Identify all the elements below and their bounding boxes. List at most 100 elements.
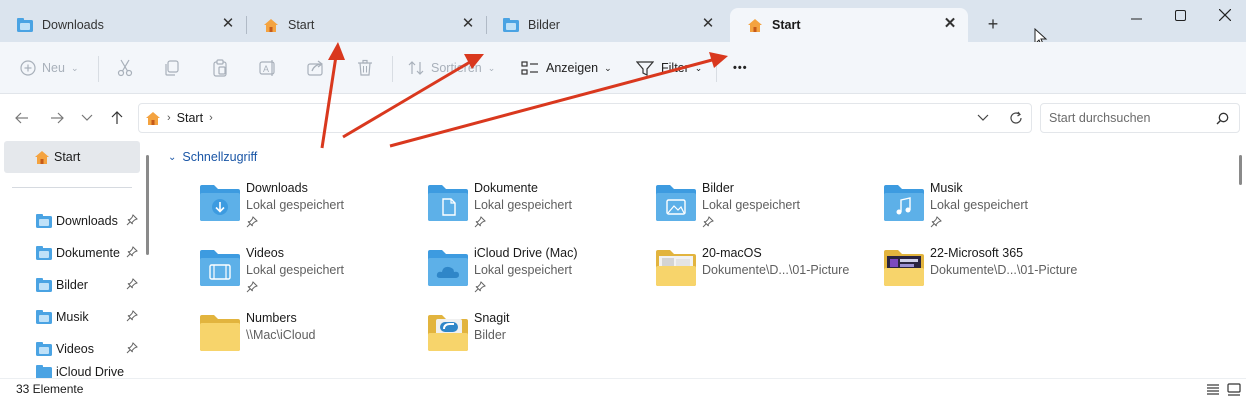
pin-icon — [126, 342, 138, 354]
chevron-down-icon — [81, 114, 93, 121]
pictures-folder-icon — [656, 185, 696, 221]
share-icon — [307, 60, 323, 76]
tile-name: Bilder — [702, 181, 734, 195]
share-button[interactable] — [307, 54, 325, 82]
tile-subtitle: Lokal gespeichert — [246, 198, 344, 212]
new-button[interactable]: Neu ⌄ — [20, 54, 78, 82]
home-icon — [746, 17, 764, 33]
navigation-pane: Start Downloads Dokumente Bilder Musik V… — [0, 141, 152, 378]
recent-locations-button[interactable] — [75, 107, 99, 129]
arrow-left-icon — [15, 112, 28, 124]
tab-label: Bilder — [528, 18, 560, 32]
home-icon — [262, 17, 280, 33]
view-button[interactable]: Anzeigen ⌄ — [521, 54, 612, 82]
pin-icon — [246, 216, 258, 228]
tab-bilder[interactable]: Bilder ✕ — [486, 8, 726, 42]
breadcrumb-separator: › — [209, 112, 213, 124]
pictures-folder-icon — [36, 278, 52, 292]
tile-pictures[interactable]: Bilder Lokal gespeichert — [654, 181, 874, 241]
paste-button[interactable] — [211, 54, 229, 82]
tile-name: iCloud Drive (Mac) — [474, 246, 578, 260]
pin-icon — [126, 246, 138, 258]
up-button[interactable] — [105, 107, 129, 129]
arrow-up-icon — [111, 111, 123, 124]
tile-name: Dokumente — [474, 181, 538, 195]
downloads-folder-icon — [16, 17, 34, 33]
sidebar-item-icloud[interactable]: iCloud Drive — [4, 365, 140, 378]
filter-label: Filter — [661, 61, 689, 75]
minimize-button[interactable] — [1113, 2, 1159, 28]
tile-documents[interactable]: Dokumente Lokal gespeichert — [426, 181, 646, 241]
close-tab-icon[interactable]: ✕ — [942, 16, 958, 32]
sidebar-item-videos[interactable]: Videos — [4, 333, 140, 365]
trash-icon — [358, 59, 372, 76]
sort-button[interactable]: Sortieren ⌄ — [407, 54, 495, 82]
tile-icloud-drive[interactable]: iCloud Drive (Mac) Lokal gespeichert — [426, 246, 646, 306]
folder-icon — [200, 315, 240, 351]
command-bar: Neu ⌄ A Sortieren ⌄ Anzeigen ⌄ Filter ⌄ … — [0, 42, 1246, 94]
forward-button[interactable] — [45, 107, 69, 129]
paste-icon — [213, 59, 227, 77]
view-layout-icon — [521, 61, 538, 75]
svg-text:A: A — [263, 64, 269, 74]
pin-icon — [126, 214, 138, 226]
sidebar-item-music[interactable]: Musik — [4, 301, 140, 333]
chevron-down-icon: ⌄ — [487, 62, 496, 73]
tile-videos[interactable]: Videos Lokal gespeichert — [198, 246, 418, 306]
sidebar-divider — [12, 187, 132, 188]
filter-button[interactable]: Filter ⌄ — [636, 54, 702, 82]
close-tab-icon[interactable]: ✕ — [700, 16, 716, 32]
sidebar-item-pictures[interactable]: Bilder — [4, 269, 140, 301]
tile-name: Snagit — [474, 311, 510, 325]
videos-folder-icon — [200, 250, 240, 286]
icloud-folder-icon — [36, 365, 52, 378]
sidebar-item-documents[interactable]: Dokumente — [4, 237, 140, 269]
sidebar-item-downloads[interactable]: Downloads — [4, 205, 140, 237]
tile-subtitle: Lokal gespeichert — [246, 263, 344, 277]
tiles-view-icon[interactable] — [1227, 383, 1241, 396]
more-options-button[interactable]: ••• — [733, 54, 748, 82]
tab-start[interactable]: Start ✕ — [246, 8, 487, 42]
sort-label: Sortieren — [431, 61, 482, 75]
details-view-icon[interactable] — [1206, 383, 1220, 396]
downloads-folder-icon — [200, 185, 240, 221]
breadcrumb-start[interactable]: Start — [177, 111, 203, 125]
sidebar-item-label: Musik — [56, 310, 89, 324]
tile-music[interactable]: Musik Lokal gespeichert — [882, 181, 1102, 241]
close-tab-icon[interactable]: ✕ — [460, 16, 476, 32]
tile-subtitle: Lokal gespeichert — [930, 198, 1028, 212]
sidebar-item-label: Start — [54, 150, 81, 164]
tab-downloads[interactable]: Downloads ✕ — [0, 8, 247, 42]
copy-button[interactable] — [163, 54, 181, 82]
tile-downloads[interactable]: Downloads Lokal gespeichert — [198, 181, 418, 241]
tile-subtitle: \\Mac\iCloud — [246, 328, 316, 342]
tile-snagit[interactable]: Snagit Bilder — [426, 311, 646, 371]
address-bar[interactable]: › Start › — [138, 103, 1032, 133]
sidebar-scrollbar[interactable] — [146, 155, 149, 255]
maximize-button[interactable] — [1157, 2, 1203, 28]
tile-20-macos[interactable]: 20-macOS Dokumente\D...\01-Picture — [654, 246, 874, 306]
arrow-right-icon — [51, 112, 64, 124]
sidebar-item-label: Videos — [56, 342, 94, 356]
title-bar: Downloads ✕ Start ✕ Bilder ✕ Start ✕ + — [0, 0, 1246, 48]
sidebar-item-start[interactable]: Start — [4, 141, 140, 173]
tile-numbers[interactable]: Numbers \\Mac\iCloud — [198, 311, 418, 371]
view-label: Anzeigen — [546, 61, 599, 75]
rename-button[interactable]: A — [259, 54, 277, 82]
tab-start-active[interactable]: Start ✕ — [730, 8, 968, 42]
new-tab-button[interactable]: + — [981, 12, 1005, 36]
close-tab-icon[interactable]: ✕ — [220, 16, 236, 32]
delete-button[interactable] — [356, 54, 374, 82]
back-button[interactable] — [10, 107, 34, 129]
tile-22-microsoft-365[interactable]: 22-Microsoft 365 Dokumente\D...\01-Pictu… — [882, 246, 1102, 306]
close-window-button[interactable] — [1202, 2, 1246, 28]
new-label: Neu — [42, 61, 65, 75]
icloud-folder-icon — [428, 250, 468, 286]
refresh-icon[interactable] — [1009, 111, 1023, 125]
maximize-icon — [1174, 9, 1186, 21]
cut-button[interactable] — [116, 54, 134, 82]
quick-access-header[interactable]: ⌄ Schnellzugriff — [168, 150, 257, 164]
search-input[interactable]: Start durchsuchen — [1040, 103, 1240, 133]
address-dropdown-icon[interactable] — [977, 114, 989, 122]
content-scrollbar[interactable] — [1239, 155, 1242, 185]
